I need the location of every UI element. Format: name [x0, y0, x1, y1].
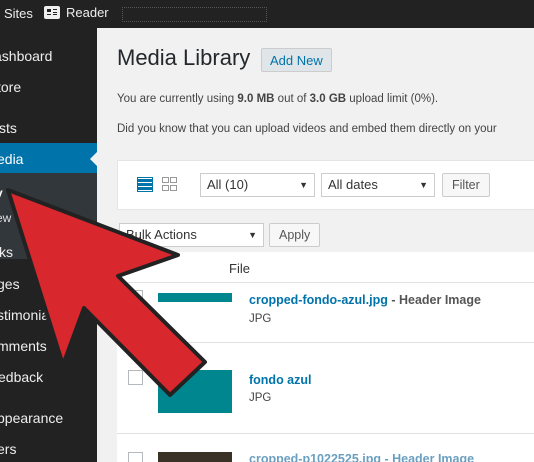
- bulk-actions-value: Bulk Actions: [126, 227, 197, 242]
- media-thumbnail[interactable]: [158, 452, 232, 462]
- sidebar-item-media[interactable]: edia: [0, 143, 97, 175]
- file-link[interactable]: cropped-p1022525.jpg - Header Image: [249, 452, 474, 462]
- file-suffix: - Header Image: [387, 293, 481, 307]
- storage-notice-suffix: upload limit (0%).: [346, 93, 439, 105]
- sidebar-item-links[interactable]: ks: [0, 236, 96, 268]
- media-thumbnail[interactable]: [158, 293, 232, 302]
- storage-used: 9.0 MB: [237, 93, 275, 105]
- admin-sidebar: ashboard tore sts edia y ew ks ges stimo…: [0, 28, 97, 462]
- sidebar-item-posts[interactable]: sts: [0, 112, 96, 144]
- table-divider: [117, 342, 534, 343]
- grid-view-icon[interactable]: [162, 177, 178, 192]
- reader-icon: [44, 6, 60, 19]
- media-thumbnail[interactable]: [158, 370, 232, 413]
- row-checkbox[interactable]: [128, 290, 143, 305]
- date-filter-value: All dates: [328, 177, 378, 192]
- table-row[interactable]: fondo azul: [249, 373, 312, 387]
- row-checkbox[interactable]: [128, 452, 143, 462]
- add-new-button[interactable]: Add New: [261, 48, 332, 72]
- row-checkbox[interactable]: [128, 370, 143, 385]
- sidebar-item-testimonials[interactable]: stimonial: [0, 299, 94, 331]
- storage-notice: You are currently using 9.0 MB out of 3.…: [117, 93, 438, 105]
- filter-button[interactable]: Filter: [442, 173, 490, 197]
- media-toolbar: All (10) ▼ All dates ▼ Filter: [117, 160, 534, 210]
- admin-bar-search[interactable]: [122, 7, 267, 22]
- media-type-filter-value: All (10): [207, 177, 249, 192]
- file-type: JPG: [249, 392, 272, 404]
- table-divider: [117, 433, 534, 434]
- storage-limit: 3.0 GB: [309, 93, 347, 105]
- storage-notice-prefix: You are currently using: [117, 93, 238, 105]
- table-divider: [117, 282, 534, 283]
- admin-bar: Sites Reader: [0, 0, 534, 28]
- apply-button[interactable]: Apply: [269, 223, 321, 247]
- main-content: Media Library Add New You are currently …: [97, 28, 534, 462]
- media-type-filter[interactable]: All (10) ▼: [200, 173, 315, 197]
- chevron-down-icon: ▼: [248, 230, 257, 240]
- media-table: [117, 252, 534, 462]
- sidebar-item-media-label: edia: [0, 151, 24, 167]
- sidebar-item-comments[interactable]: mments: [0, 330, 94, 362]
- sidebar-item-appearance[interactable]: ppearance: [0, 402, 94, 434]
- list-view-icon[interactable]: [137, 177, 153, 192]
- chevron-down-icon: ▼: [299, 180, 308, 190]
- file-link[interactable]: cropped-fondo-azul.jpg: [249, 293, 388, 307]
- chevron-down-icon: ▼: [419, 180, 428, 190]
- table-row[interactable]: cropped-fondo-azul.jpg - Header Image: [249, 293, 481, 307]
- storage-notice-mid: out of: [274, 93, 310, 105]
- file-type: JPG: [249, 313, 272, 325]
- table-row[interactable]: cropped-p1022525.jpg - Header Image: [249, 452, 474, 462]
- date-filter[interactable]: All dates ▼: [321, 173, 435, 197]
- reader-link[interactable]: Reader: [44, 5, 109, 20]
- video-upload-notice: Did you know that you can upload videos …: [117, 123, 497, 135]
- my-sites-link[interactable]: Sites: [4, 6, 33, 21]
- reader-label: Reader: [66, 5, 109, 20]
- column-header-file[interactable]: File: [229, 261, 250, 276]
- sidebar-item-pages[interactable]: ges: [0, 268, 94, 300]
- bulk-actions-select[interactable]: Bulk Actions ▼: [119, 223, 264, 247]
- submenu-add-new[interactable]: ew: [0, 206, 93, 230]
- sidebar-item-users[interactable]: ers: [0, 433, 94, 462]
- sidebar-item-store[interactable]: tore: [0, 71, 94, 103]
- sidebar-item-feedback[interactable]: edback: [0, 361, 95, 393]
- file-link[interactable]: fondo azul: [249, 373, 312, 387]
- submenu-library[interactable]: y: [0, 181, 93, 205]
- page-title: Media Library: [117, 45, 251, 70]
- sidebar-item-dashboard[interactable]: ashboard: [0, 40, 91, 72]
